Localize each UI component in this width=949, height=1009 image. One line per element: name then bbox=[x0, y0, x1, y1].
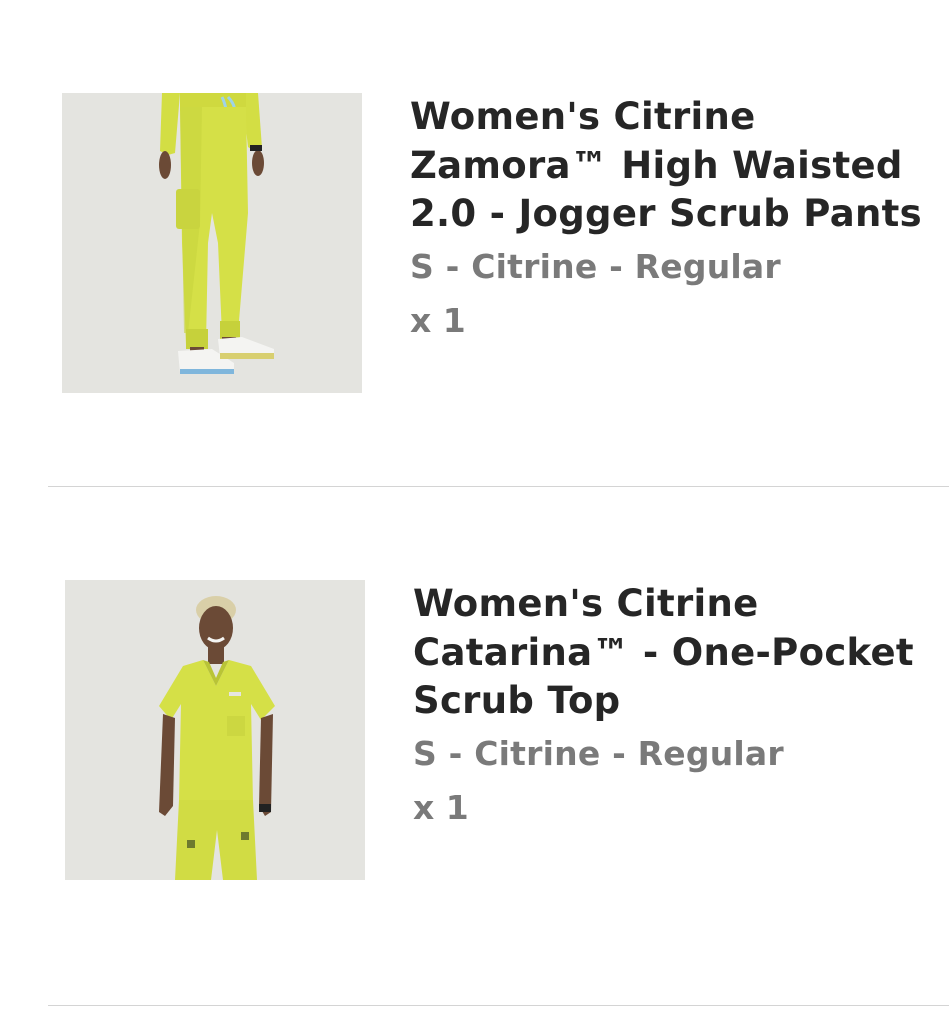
product-variant: S - Citrine - Regular bbox=[413, 733, 784, 773]
product-title[interactable]: Women's Citrine Zamora™ High Waisted 2.0… bbox=[410, 93, 940, 239]
product-title[interactable]: Women's Citrine Catarina™ - One-Pocket S… bbox=[413, 580, 943, 726]
cart-item-list: Women's Citrine Zamora™ High Waisted 2.0… bbox=[0, 0, 949, 1009]
item-divider bbox=[48, 1005, 949, 1006]
product-quantity: x 1 bbox=[410, 300, 466, 340]
product-info: Women's Citrine Catarina™ - One-Pocket S… bbox=[413, 580, 943, 830]
product-image-jogger-pants[interactable] bbox=[62, 93, 362, 393]
product-info: Women's Citrine Zamora™ High Waisted 2.0… bbox=[410, 93, 940, 343]
scrub-top-illustration bbox=[65, 580, 365, 880]
product-variant: S - Citrine - Regular bbox=[410, 246, 781, 286]
product-image-scrub-top[interactable] bbox=[65, 580, 365, 880]
cart-item: Women's Citrine Catarina™ - One-Pocket S… bbox=[0, 487, 949, 1007]
cart-item: Women's Citrine Zamora™ High Waisted 2.0… bbox=[0, 0, 949, 487]
product-quantity: x 1 bbox=[413, 787, 469, 827]
jogger-pants-illustration bbox=[62, 93, 362, 393]
